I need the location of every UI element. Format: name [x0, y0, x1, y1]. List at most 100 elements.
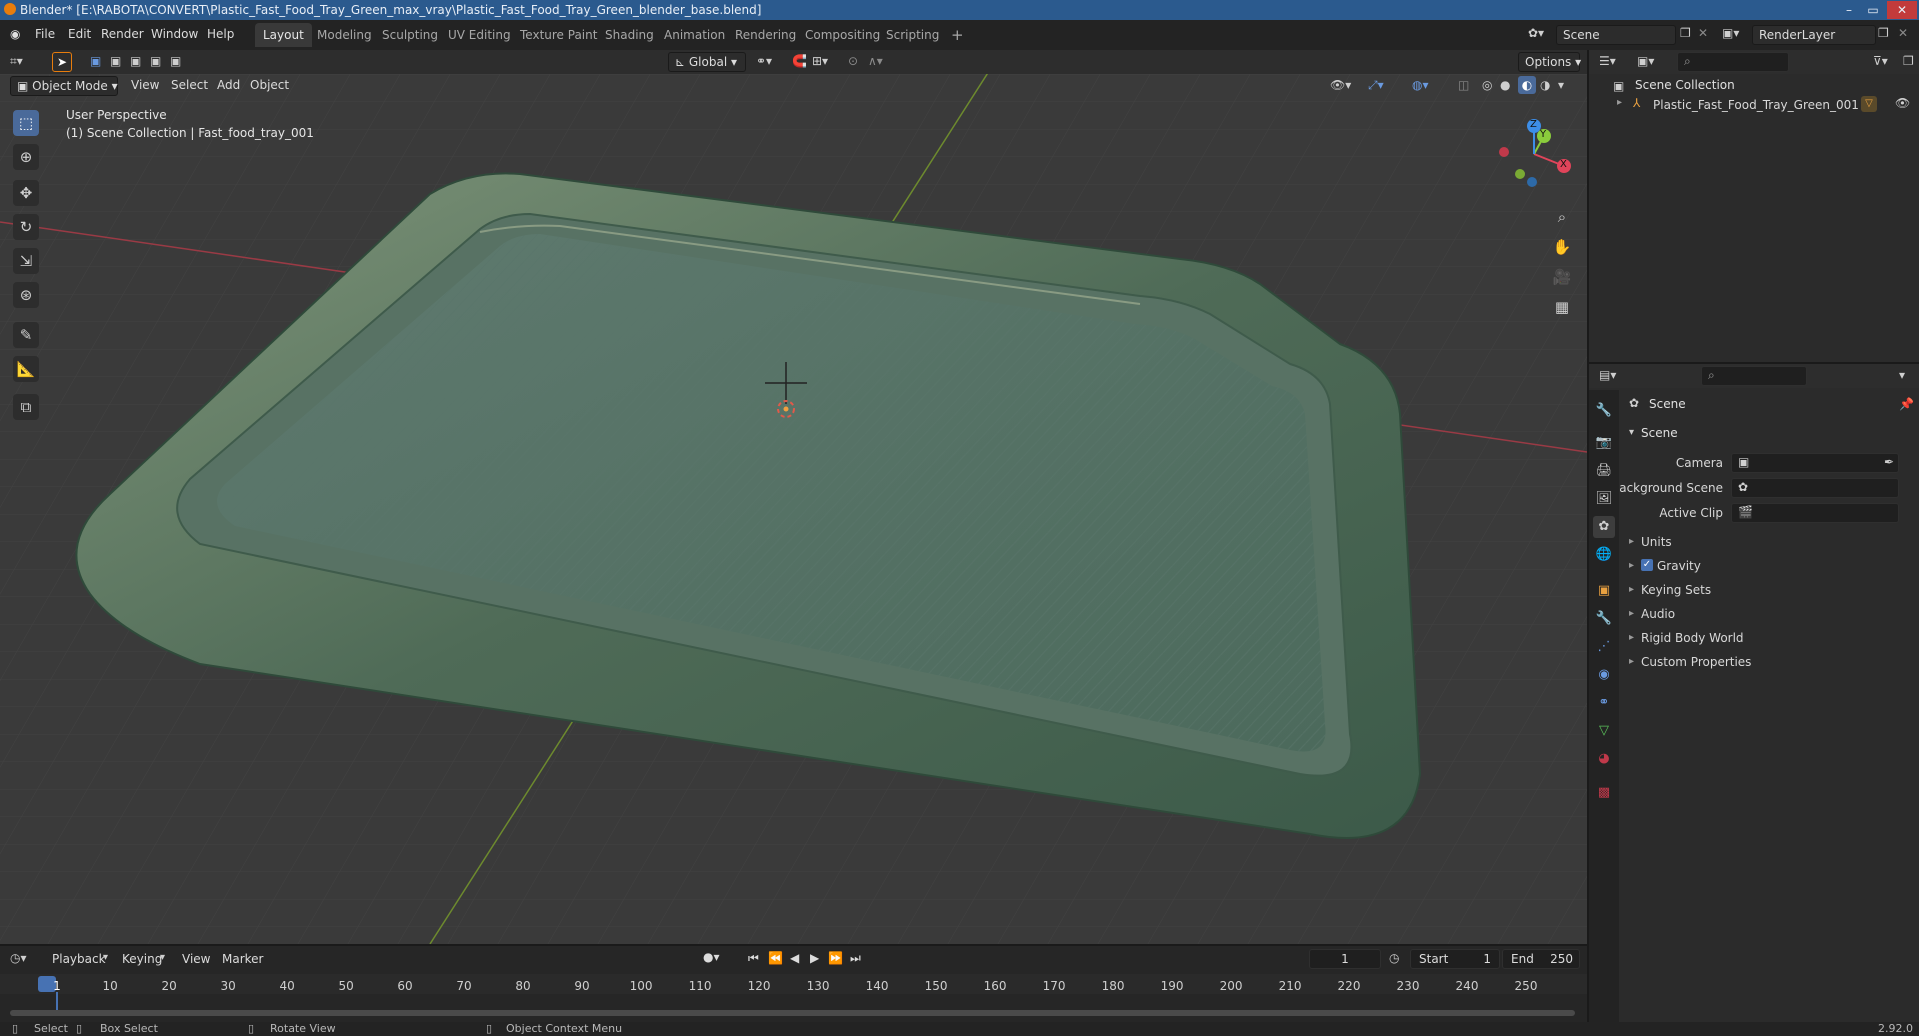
- object-tab-icon[interactable]: ▣: [1593, 580, 1615, 602]
- jump-keyframe-back-icon[interactable]: ⏪: [768, 951, 783, 965]
- proportional-edit-icon[interactable]: ⊙: [848, 54, 858, 68]
- timeline-menu-playback[interactable]: Playback: [52, 952, 106, 966]
- outliner-editor-icon[interactable]: ☰▾: [1599, 54, 1616, 68]
- properties-editor-icon[interactable]: ▤▾: [1599, 368, 1616, 382]
- move-tool-icon[interactable]: ✥: [13, 180, 39, 206]
- timeline-menu-view[interactable]: View: [182, 952, 210, 966]
- tab-shading[interactable]: Shading: [597, 23, 662, 47]
- units-panel[interactable]: Units: [1641, 535, 1672, 549]
- tab-texture-paint[interactable]: Texture Paint: [512, 23, 605, 47]
- maximize-button[interactable]: ▭: [1861, 1, 1885, 19]
- camera-field[interactable]: ▣ ✒: [1731, 453, 1899, 473]
- physics-tab-icon[interactable]: ◉: [1593, 664, 1615, 686]
- new-scene-icon[interactable]: ❐: [1680, 26, 1691, 40]
- options-dropdown[interactable]: Options ▾: [1518, 52, 1581, 72]
- world-tab-icon[interactable]: 🌐: [1593, 544, 1615, 566]
- material-tab-icon[interactable]: ◕: [1593, 748, 1615, 770]
- keying-sets-panel[interactable]: Keying Sets: [1641, 583, 1711, 597]
- material-shading-icon[interactable]: ◐: [1518, 76, 1536, 94]
- new-collection-icon[interactable]: ❐: [1903, 54, 1914, 68]
- properties-options-icon[interactable]: ▾: [1899, 368, 1905, 382]
- current-frame-field[interactable]: 1: [1309, 949, 1381, 969]
- mode-dropdown[interactable]: ▣ Object Mode ▾: [10, 76, 118, 96]
- select-mode-new-icon[interactable]: ▣: [90, 54, 101, 68]
- eye-visibility-icon[interactable]: 👁: [1895, 96, 1910, 110]
- menu-edit[interactable]: Edit: [68, 27, 91, 41]
- render-tab-icon[interactable]: 📷: [1593, 432, 1615, 454]
- scale-tool-icon[interactable]: ⇲: [13, 248, 39, 274]
- vp-menu-add[interactable]: Add: [217, 78, 240, 92]
- transform-orientation-dropdown[interactable]: ⊾ Global ▾: [668, 52, 746, 72]
- active-clip-field[interactable]: 🎬: [1731, 503, 1899, 523]
- tab-animation[interactable]: Animation: [656, 23, 733, 47]
- new-renderlayer-icon[interactable]: ❐: [1878, 26, 1889, 40]
- navigation-gizmo[interactable]: X Y Z: [1492, 114, 1572, 194]
- pan-hand-icon[interactable]: ✋: [1549, 234, 1575, 260]
- tab-layout[interactable]: Layout: [255, 23, 312, 47]
- play-icon[interactable]: ▶: [810, 951, 819, 965]
- rigid-body-chevron-icon[interactable]: ▸: [1629, 632, 1634, 643]
- proportional-falloff-icon[interactable]: ∧▾: [868, 54, 883, 68]
- overlay-toggle-icon[interactable]: ◍▾: [1412, 78, 1429, 92]
- scene-section-header[interactable]: Scene: [1641, 426, 1678, 440]
- expand-chevron-icon[interactable]: ▸: [1617, 97, 1622, 108]
- select-mode-subtract-icon[interactable]: ▣: [130, 54, 141, 68]
- scene-collection-label[interactable]: Scene Collection: [1635, 78, 1735, 92]
- scene-selector[interactable]: Scene: [1556, 25, 1676, 45]
- close-button[interactable]: ✕: [1887, 1, 1917, 19]
- snap-target-icon[interactable]: ⊞▾: [812, 54, 828, 68]
- menu-render[interactable]: Render: [101, 27, 144, 41]
- rigid-body-world-panel[interactable]: Rigid Body World: [1641, 631, 1744, 645]
- ortho-toggle-icon[interactable]: ▦: [1549, 294, 1575, 320]
- solid-shading-icon[interactable]: ●: [1500, 78, 1510, 92]
- minimize-button[interactable]: –: [1837, 1, 1861, 19]
- rotate-tool-icon[interactable]: ↻: [13, 214, 39, 240]
- outliner-search-field[interactable]: ⌕: [1677, 52, 1789, 72]
- jump-start-icon[interactable]: ⏮: [748, 951, 759, 966]
- outliner-display-mode-icon[interactable]: ▣▾: [1637, 54, 1654, 68]
- section-collapse-icon[interactable]: ▾: [1629, 427, 1634, 438]
- select-tool-icon[interactable]: ➤: [52, 52, 72, 72]
- play-reverse-icon[interactable]: ◀: [790, 951, 799, 965]
- editor-type-icon[interactable]: ⌗▾: [10, 54, 23, 69]
- measure-tool-icon[interactable]: 📐: [13, 356, 39, 382]
- scene-browse-icon[interactable]: ✿▾: [1528, 26, 1544, 40]
- tab-uv-editing[interactable]: UV Editing: [440, 23, 519, 47]
- texture-tab-icon[interactable]: ▩: [1593, 782, 1615, 804]
- menu-file[interactable]: File: [35, 27, 55, 41]
- end-frame-field[interactable]: End 250: [1502, 949, 1580, 969]
- renderlayer-selector[interactable]: RenderLayer: [1752, 25, 1876, 45]
- eyedropper-icon[interactable]: ✒: [1884, 455, 1894, 469]
- jump-end-icon[interactable]: ⏭: [850, 951, 861, 966]
- delete-scene-icon[interactable]: ✕: [1698, 26, 1708, 40]
- particles-tab-icon[interactable]: ⋰: [1593, 636, 1615, 658]
- menu-help[interactable]: Help: [207, 27, 234, 41]
- keying-sets-chevron-icon[interactable]: ▸: [1629, 584, 1634, 595]
- timeline-menu-marker[interactable]: Marker: [222, 952, 263, 966]
- 3d-viewport[interactable]: ▣ Object Mode ▾ View Select Add Object 👁…: [0, 74, 1587, 944]
- start-frame-field[interactable]: Start 1: [1410, 949, 1500, 969]
- filter-icon[interactable]: ⊽▾: [1873, 54, 1888, 68]
- shading-options-icon[interactable]: ▾: [1558, 78, 1564, 92]
- tab-scripting[interactable]: Scripting: [878, 23, 947, 47]
- delete-renderlayer-icon[interactable]: ✕: [1898, 26, 1908, 40]
- tab-compositing[interactable]: Compositing: [797, 23, 888, 47]
- tab-rendering[interactable]: Rendering: [727, 23, 804, 47]
- modifier-tab-icon[interactable]: 🔧: [1593, 608, 1615, 630]
- cursor-tool-icon[interactable]: ⊕: [13, 144, 39, 170]
- outliner-item-label[interactable]: Plastic_Fast_Food_Tray_Green_001: [1653, 98, 1859, 112]
- vp-menu-object[interactable]: Object: [250, 78, 289, 92]
- select-mode-extend-icon[interactable]: ▣: [110, 54, 121, 68]
- properties-search-field[interactable]: ⌕: [1701, 366, 1807, 386]
- viewport-scene[interactable]: [0, 74, 1587, 944]
- audio-chevron-icon[interactable]: ▸: [1629, 608, 1634, 619]
- add-workspace-button[interactable]: +: [943, 23, 972, 47]
- background-scene-field[interactable]: ✿: [1731, 478, 1899, 498]
- preview-range-icon[interactable]: ◷: [1389, 951, 1399, 965]
- visibility-icon[interactable]: 👁▾: [1330, 78, 1351, 92]
- auto-keying-icon[interactable]: ●▾: [703, 950, 720, 964]
- constraints-tab-icon[interactable]: ⚭: [1593, 692, 1615, 714]
- menu-window[interactable]: Window: [151, 27, 198, 41]
- gravity-checkbox[interactable]: ✓: [1641, 559, 1653, 571]
- pin-icon[interactable]: 📌: [1899, 397, 1914, 411]
